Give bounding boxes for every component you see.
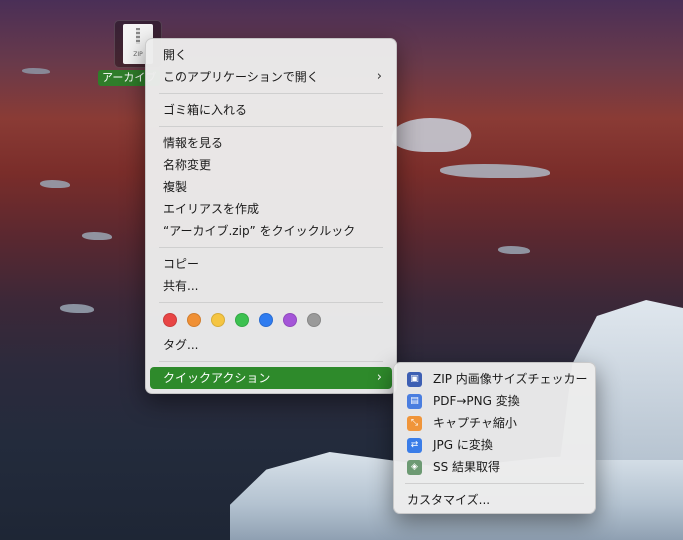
menu-separator (159, 302, 383, 303)
menu-item-open[interactable]: 開く (150, 44, 392, 66)
menu-item-label: キャプチャ縮小 (433, 416, 517, 430)
menu-item-share[interactable]: 共有... (150, 275, 392, 297)
menu-item-quick-actions[interactable]: クイックアクション › (150, 367, 392, 389)
menu-separator (159, 247, 383, 248)
menu-item-label: PDF→PNG 変換 (433, 394, 520, 408)
quick-action-item[interactable]: ⤡ キャプチャ縮小 (398, 412, 591, 434)
menu-separator (405, 483, 584, 484)
menu-item-label: 共有... (163, 279, 199, 293)
iceberg (385, 118, 479, 152)
menu-item-rename[interactable]: 名称変更 (150, 154, 392, 176)
tag-color-dot[interactable] (187, 313, 201, 327)
menu-item-make-alias[interactable]: エイリアスを作成 (150, 198, 392, 220)
menu-item-label: コピー (163, 257, 200, 271)
quick-action-item[interactable]: ▤ PDF→PNG 変換 (398, 390, 591, 412)
menu-item-label: エイリアスを作成 (163, 202, 260, 216)
menu-separator (159, 126, 383, 127)
ice-floe (498, 246, 530, 254)
chevron-right-icon: › (376, 370, 382, 385)
menu-item-label: ゴミ箱に入れる (163, 103, 248, 117)
tag-color-dot[interactable] (163, 313, 177, 327)
menu-item-label: “アーカイブ.zip” をクイックルック (163, 224, 356, 238)
menu-item-label: 開く (163, 48, 188, 62)
menu-item-move-to-trash[interactable]: ゴミ箱に入れる (150, 99, 392, 121)
menu-item-label: SS 結果取得 (433, 460, 501, 474)
menu-item-get-info[interactable]: 情報を見る (150, 132, 392, 154)
shuffle-icon: ⇄ (407, 438, 422, 453)
menu-item-quick-look[interactable]: “アーカイブ.zip” をクイックルック (150, 220, 392, 242)
menu-item-label: カスタマイズ... (407, 493, 491, 507)
menu-separator (159, 361, 383, 362)
ice-floe (440, 164, 550, 178)
menu-item-label: このアプリケーションで開く (163, 70, 319, 84)
ice-floe (22, 68, 50, 74)
tag-color-dot[interactable] (259, 313, 273, 327)
zip-icon-text: ZIP (133, 51, 143, 58)
menu-separator (159, 93, 383, 94)
layers-icon: ◈ (407, 460, 422, 475)
tag-color-row (146, 308, 396, 332)
quick-action-item[interactable]: ▣ ZIP 内画像サイズチェッカー (398, 368, 591, 390)
quick-actions-submenu: ▣ ZIP 内画像サイズチェッカー ▤ PDF→PNG 変換 ⤡ キャプチャ縮小 ⇄ JPG … (393, 362, 596, 514)
tag-color-dot[interactable] (307, 313, 321, 327)
menu-item-label: タグ... (163, 338, 199, 352)
automator-icon: ▤ (407, 394, 422, 409)
tag-color-dot[interactable] (211, 313, 225, 327)
zipper-graphic (136, 28, 140, 44)
menu-item-label: 名称変更 (163, 158, 212, 172)
tag-color-dot[interactable] (235, 313, 249, 327)
quick-action-item[interactable]: ◈ SS 結果取得 (398, 456, 591, 478)
ice-floe (40, 180, 70, 188)
context-menu: 開く このアプリケーションで開く › ゴミ箱に入れる 情報を見る 名称変更 複製… (145, 38, 397, 394)
quick-action-item[interactable]: ⇄ JPG に変換 (398, 434, 591, 456)
menu-item-label: JPG に変換 (433, 438, 493, 452)
menu-item-duplicate[interactable]: 複製 (150, 176, 392, 198)
menu-item-open-with[interactable]: このアプリケーションで開く › (150, 66, 392, 88)
ice-floe (60, 304, 94, 313)
menu-item-customize[interactable]: カスタマイズ... (398, 489, 591, 511)
chevron-right-icon: › (376, 69, 382, 84)
image-icon: ▣ (407, 372, 422, 387)
ice-floe (82, 232, 112, 240)
menu-item-label: 複製 (163, 180, 188, 194)
menu-item-label: クイックアクション (163, 371, 271, 385)
shrink-icon: ⤡ (407, 416, 422, 431)
tag-color-dot[interactable] (283, 313, 297, 327)
menu-item-label: 情報を見る (163, 136, 224, 150)
menu-item-label: ZIP 内画像サイズチェッカー (433, 372, 588, 386)
menu-item-tags[interactable]: タグ... (150, 334, 392, 356)
menu-item-copy[interactable]: コピー (150, 253, 392, 275)
